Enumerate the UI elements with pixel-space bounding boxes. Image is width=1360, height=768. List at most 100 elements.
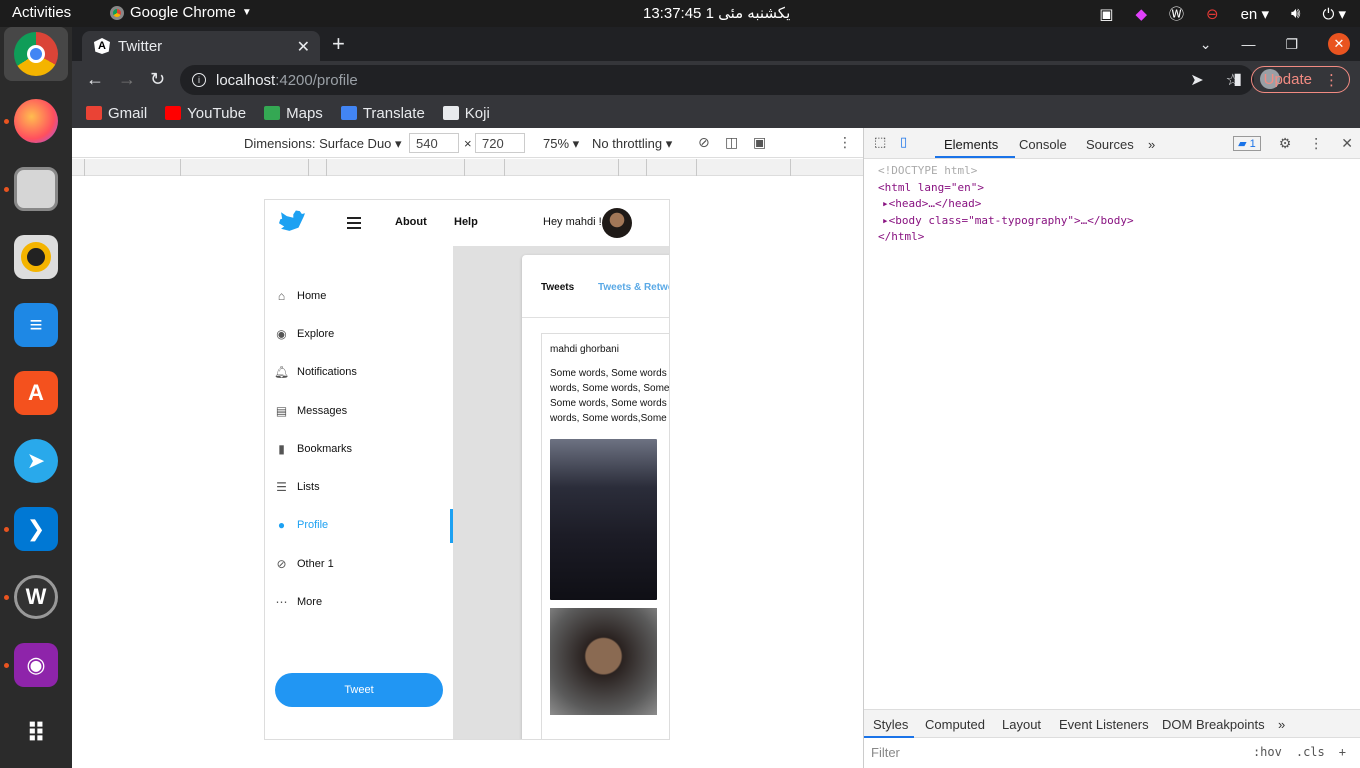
- nav-item-explore[interactable]: ◉ Explore: [275, 327, 334, 341]
- activities-button[interactable]: Activities: [12, 4, 71, 21]
- tweet-image[interactable]: [550, 608, 657, 715]
- close-window-button[interactable]: ✕: [1328, 33, 1350, 55]
- dock-writer[interactable]: ≡: [10, 299, 62, 351]
- dock-vscode[interactable]: ❯: [10, 503, 62, 555]
- dock-firefox[interactable]: [10, 95, 62, 147]
- back-button[interactable]: ←: [86, 69, 104, 90]
- tab-dom-breakpoints[interactable]: DOM Breakpoints: [1162, 717, 1265, 732]
- tab-layout[interactable]: Layout: [1002, 717, 1041, 732]
- settings-icon[interactable]: ⚙: [1279, 135, 1292, 152]
- dock-video[interactable]: ◉: [10, 639, 62, 691]
- inspect-icon[interactable]: ⬚: [874, 134, 886, 150]
- tab-console[interactable]: Console: [1019, 137, 1067, 152]
- close-icon[interactable]: ✕: [1341, 135, 1353, 152]
- device-toggle-icon[interactable]: ▯: [900, 134, 907, 150]
- kebab-menu-icon[interactable]: ⋮: [1309, 135, 1323, 152]
- dom-line[interactable]: <html lang="en">: [878, 180, 1134, 197]
- tab-elements[interactable]: Elements: [944, 137, 998, 152]
- dock-windscribe[interactable]: W: [10, 571, 62, 623]
- tab-computed[interactable]: Computed: [925, 717, 985, 732]
- address-bar[interactable]: i localhost:4200/profile ➤ ☆: [180, 65, 1254, 95]
- power-icon[interactable]: ⏻ ▾: [1322, 5, 1346, 23]
- close-tab-icon[interactable]: ✕: [297, 37, 310, 57]
- tab-event-listeners[interactable]: Event Listeners: [1059, 717, 1149, 732]
- dock-show-apps[interactable]: ⠿: [10, 707, 62, 759]
- minimize-button[interactable]: —: [1241, 36, 1255, 52]
- volume-icon[interactable]: 🔊︎: [1291, 5, 1300, 22]
- camera-icon[interactable]: ▣: [1099, 5, 1113, 23]
- dom-line[interactable]: </html>: [878, 229, 1134, 246]
- hov-toggle[interactable]: :hov: [1253, 745, 1282, 759]
- bookmark-translate[interactable]: Translate: [340, 105, 425, 122]
- cls-toggle[interactable]: .cls: [1296, 745, 1325, 759]
- tab-sources[interactable]: Sources: [1086, 137, 1134, 152]
- maximize-button[interactable]: ❐: [1285, 36, 1298, 53]
- avatar[interactable]: [602, 208, 632, 238]
- width-input[interactable]: 540: [409, 133, 459, 153]
- dock-chrome[interactable]: [4, 27, 68, 81]
- zoom-select[interactable]: 75% ▾: [543, 136, 579, 152]
- expand-arrow-icon[interactable]: ▸: [882, 214, 889, 227]
- nav-item-notifications[interactable]: 🔔︎ Notifications: [274, 365, 357, 379]
- forward-button[interactable]: →: [118, 69, 136, 90]
- issues-badge[interactable]: ▰ 1: [1233, 136, 1261, 151]
- expand-arrow-icon[interactable]: ▸: [882, 197, 889, 210]
- hamburger-menu-icon[interactable]: [347, 217, 361, 232]
- throttling-select[interactable]: No throttling ▾: [592, 136, 672, 152]
- info-icon[interactable]: i: [192, 73, 206, 87]
- more-options-icon[interactable]: ⋮: [838, 134, 852, 151]
- more-tabs-icon[interactable]: »: [1278, 717, 1285, 732]
- help-link[interactable]: Help: [454, 216, 478, 228]
- tweet-card[interactable]: mahdi ghorbani Some words, Some words wo…: [541, 333, 670, 739]
- tab-search-icon[interactable]: ⌄: [1200, 36, 1212, 53]
- dom-line[interactable]: <!DOCTYPE html>: [878, 163, 1134, 180]
- tweet-button[interactable]: Tweet: [275, 673, 443, 707]
- nav-item-other-1[interactable]: ⊘ Other 1: [275, 557, 333, 571]
- about-link[interactable]: About: [395, 216, 427, 228]
- tab-tweets-retweets[interactable]: Tweets & Retwe: [598, 282, 669, 293]
- nav-item-bookmarks[interactable]: ▮ Bookmarks: [275, 442, 352, 456]
- height-input[interactable]: 720: [475, 133, 525, 153]
- dom-line[interactable]: ▸<head>…</head>: [878, 196, 1134, 213]
- nav-item-profile[interactable]: ● Profile: [275, 518, 328, 532]
- tweet-image[interactable]: [669, 439, 670, 600]
- send-icon[interactable]: ➤: [1190, 70, 1203, 90]
- bookmark-youtube[interactable]: YouTube: [165, 105, 246, 122]
- dual-screen-icon[interactable]: ◫: [725, 134, 738, 151]
- twitter-bird-icon[interactable]: [279, 210, 305, 231]
- app-menu[interactable]: Google Chrome ▼: [110, 4, 252, 21]
- dock-rhythmbox[interactable]: [10, 231, 62, 283]
- browser-tab[interactable]: A Twitter ✕: [82, 31, 320, 61]
- add-rule-icon[interactable]: +: [1339, 745, 1346, 759]
- dock-telegram[interactable]: ➤: [10, 435, 62, 487]
- reload-button[interactable]: ↻: [150, 69, 165, 90]
- rotate-icon[interactable]: ⊘: [698, 134, 710, 151]
- tab-styles[interactable]: Styles: [873, 717, 908, 732]
- chrome-icon: [110, 5, 124, 20]
- filter-input[interactable]: Filter: [871, 745, 900, 760]
- tab-tweets[interactable]: Tweets: [541, 282, 574, 293]
- wordpress-icon[interactable]: Ⓦ: [1169, 3, 1184, 24]
- device-select[interactable]: Dimensions: Surface Duo ▾: [244, 136, 402, 152]
- color-picker-icon[interactable]: ◆: [1135, 5, 1147, 23]
- dnd-icon[interactable]: ⊖: [1206, 5, 1219, 23]
- nav-item-more[interactable]: ⋯ More: [275, 595, 323, 609]
- side-panel-icon[interactable]: ▮: [1233, 69, 1242, 89]
- more-tabs-icon[interactable]: »: [1148, 137, 1155, 152]
- dock-software[interactable]: A: [10, 367, 62, 419]
- tweet-author[interactable]: mahdi ghorbani: [550, 344, 619, 355]
- bookmark-koji[interactable]: Koji: [442, 105, 490, 122]
- clock[interactable]: یکشنبه مئی 1 13:37:45: [643, 4, 790, 22]
- new-tab-button[interactable]: +: [332, 31, 345, 57]
- dom-line[interactable]: ▸<body class="mat-typography">…</body>: [878, 213, 1134, 230]
- tweet-image[interactable]: [550, 439, 657, 600]
- update-button[interactable]: Update ⋮: [1250, 66, 1350, 93]
- bookmark-maps[interactable]: Maps: [264, 105, 323, 122]
- language-indicator[interactable]: en ▾: [1241, 5, 1269, 23]
- nav-item-messages[interactable]: ▤ Messages: [275, 404, 347, 418]
- dock-files[interactable]: [10, 163, 62, 215]
- posture-icon[interactable]: ▣: [753, 134, 766, 151]
- nav-item-lists[interactable]: ☰ Lists: [275, 480, 320, 494]
- nav-item-home[interactable]: ⌂ Home: [275, 289, 326, 303]
- bookmark-gmail[interactable]: Gmail: [86, 105, 147, 122]
